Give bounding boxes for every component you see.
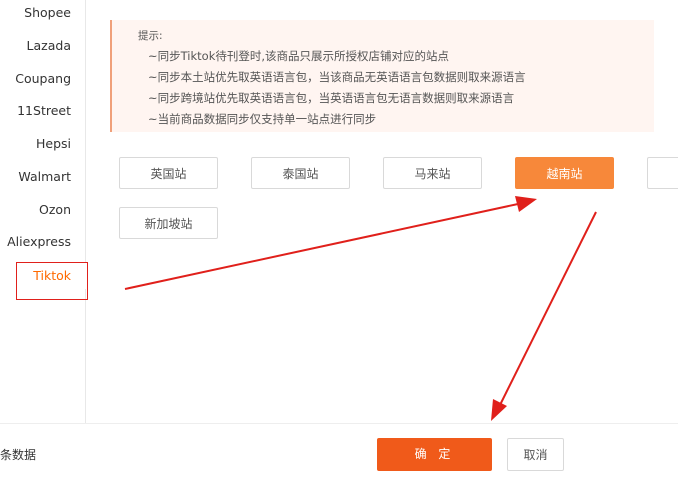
arrow-head-confirm-icon [491,399,507,421]
notice-title: 提示: [138,30,163,42]
sidebar-item-coupang[interactable]: Coupang [0,66,86,92]
sidebar-item-hepsi[interactable]: Hepsi [0,131,86,157]
notice-line: ~同步Tiktok待刊登时,该商品只展示所授权店铺对应的站点 [148,49,450,63]
arrow-to-confirm-button [499,211,597,406]
sidebar-item-shopee[interactable]: Shopee [0,0,86,26]
site-button-singapore[interactable]: 新加坡站 [119,207,218,239]
sidebar-item-aliexpress[interactable]: Aliexpress [0,229,86,255]
arrow-head-vietnam-icon [515,196,537,212]
sidebar-item-walmart[interactable]: Walmart [0,164,86,190]
platform-sidebar: Shopee Lazada Coupang 11Street Hepsi Wal… [0,0,86,423]
sidebar-item-lazada[interactable]: Lazada [0,33,86,59]
site-button-uk[interactable]: 英国站 [119,157,218,189]
sidebar-item-11street[interactable]: 11Street [0,98,86,124]
sidebar-item-ozon[interactable]: Ozon [0,197,86,223]
confirm-button[interactable]: 确 定 [377,438,492,471]
tiktok-annotation-box [16,262,88,300]
footer-divider [0,423,678,424]
cancel-button[interactable]: 取消 [507,438,564,471]
site-button-thailand[interactable]: 泰国站 [251,157,350,189]
site-button-malaysia[interactable]: 马来站 [383,157,482,189]
sync-notice: 提示: ~同步Tiktok待刊登时,该商品只展示所授权店铺对应的站点 ~同步本土… [110,20,654,132]
data-count-text: 条数据 [0,448,37,462]
site-button-partial[interactable] [647,157,678,189]
notice-line: ~当前商品数据同步仅支持单一站点进行同步 [148,112,377,126]
notice-line: ~同步本土站优先取英语语言包，当该商品无英语语言包数据则取来源语言 [148,70,526,84]
notice-line: ~同步跨境站优先取英语语言包，当英语语言包无语言数据则取来源语言 [148,91,515,105]
site-button-vietnam[interactable]: 越南站 [515,157,614,189]
